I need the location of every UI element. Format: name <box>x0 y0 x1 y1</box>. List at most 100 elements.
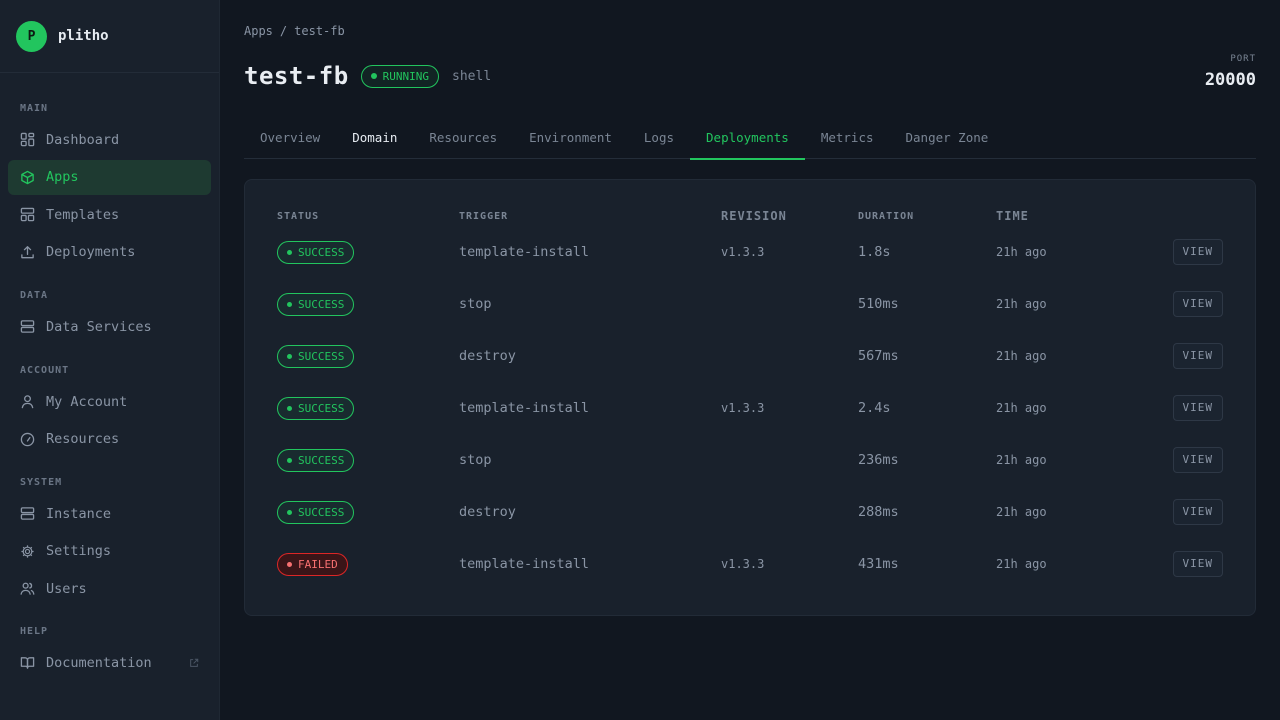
table-row: SUCCESS stop 510ms 21h ago VIEW <box>245 278 1255 330</box>
status-label: FAILED <box>298 557 338 571</box>
sidebar-item-label: Data Services <box>46 318 152 335</box>
revision-cell: v1.3.3 <box>721 245 765 259</box>
duration-cell: 1.8s <box>858 244 891 260</box>
brand-name: plitho <box>58 28 109 44</box>
duration-cell: 431ms <box>858 556 899 572</box>
tab-logs[interactable]: Logs <box>628 122 690 159</box>
sidebar-item-users[interactable]: Users <box>8 571 211 606</box>
status-label: SUCCESS <box>298 245 345 259</box>
view-button[interactable]: VIEW <box>1172 291 1223 317</box>
main-content: Apps / test-fb test-fb RUNNING shell PORT … <box>220 0 1280 720</box>
port-value: 20000 <box>1204 70 1256 90</box>
sidebar-item-dashboard[interactable]: Dashboard <box>8 122 211 157</box>
trigger-cell: template-install <box>459 556 590 572</box>
status-dot-icon <box>287 301 292 307</box>
status-badge: SUCCESS <box>277 448 355 472</box>
status-badge: SUCCESS <box>277 240 355 264</box>
tab-domain[interactable]: Domain <box>336 122 413 159</box>
duration-cell: 567ms <box>858 348 899 364</box>
header-actions <box>1094 206 1255 226</box>
database-icon <box>20 319 36 335</box>
sidebar-item-my-account[interactable]: My Account <box>8 384 211 419</box>
sidebar-item-settings[interactable]: Settings <box>8 534 211 569</box>
nav-section-data: DATA Data Services <box>0 287 219 347</box>
nav-section-help: HELP Documentation <box>0 623 219 683</box>
nav-heading: MAIN <box>20 103 49 114</box>
time-cell: 21h ago <box>996 453 1047 467</box>
sidebar: P plitho MAIN Dashboard Apps Templates Deplo… <box>0 0 220 720</box>
status-label: SUCCESS <box>298 297 345 311</box>
view-button[interactable]: VIEW <box>1172 395 1223 421</box>
view-button[interactable]: VIEW <box>1172 551 1223 577</box>
tab-danger-zone[interactable]: Danger Zone <box>890 122 1005 159</box>
tab-deployments[interactable]: Deployments <box>690 122 805 160</box>
header-time: TIME <box>996 209 1029 223</box>
status-badge: SUCCESS <box>277 396 355 420</box>
sidebar-item-apps[interactable]: Apps <box>8 159 211 195</box>
revision-cell: v1.3.3 <box>721 557 765 571</box>
sidebar-item-data-services[interactable]: Data Services <box>8 309 211 344</box>
app-tabs: Overview Domain Resources Environment Logs De… <box>244 122 1256 160</box>
page-title: test-fb <box>244 62 349 90</box>
sidebar-item-label: Deployments <box>46 244 136 260</box>
breadcrumb-separator: / <box>279 24 288 38</box>
title-row: test-fb RUNNING shell <box>244 62 491 90</box>
tab-overview[interactable]: Overview <box>244 122 336 159</box>
server-icon <box>20 506 36 522</box>
header-status: STATUS <box>277 210 320 222</box>
view-button[interactable]: VIEW <box>1172 447 1223 473</box>
table-row: SUCCESS template-install v1.3.3 1.8s 21h… <box>245 226 1255 278</box>
status-dot-icon <box>287 457 292 463</box>
brand[interactable]: P plitho <box>0 0 219 73</box>
time-cell: 21h ago <box>996 401 1047 415</box>
view-button[interactable]: VIEW <box>1172 239 1223 265</box>
table-row: SUCCESS template-install v1.3.3 2.4s 21h… <box>245 382 1255 434</box>
tab-environment[interactable]: Environment <box>513 122 628 159</box>
sidebar-item-documentation[interactable]: Documentation <box>8 645 211 680</box>
sidebar-item-label: Settings <box>46 543 112 559</box>
time-cell: 21h ago <box>996 349 1047 363</box>
view-button[interactable]: VIEW <box>1172 343 1223 369</box>
sidebar-item-templates[interactable]: Templates <box>8 197 211 232</box>
app-status-badge: RUNNING <box>360 64 440 88</box>
tab-metrics[interactable]: Metrics <box>805 122 890 159</box>
sidebar-item-deployments[interactable]: Deployments <box>8 235 211 270</box>
trigger-cell: destroy <box>459 504 516 520</box>
nav-section-main: MAIN Dashboard Apps Templates Deployments <box>0 100 219 272</box>
breadcrumb-root[interactable]: Apps <box>244 24 273 38</box>
breadcrumb-current: test-fb <box>294 24 345 38</box>
table-row: FAILED template-install v1.3.3 431ms 21h… <box>245 538 1255 590</box>
dashboard-icon <box>20 132 36 148</box>
trigger-cell: destroy <box>459 348 516 364</box>
sidebar-item-label: Templates <box>46 206 120 223</box>
tab-resources[interactable]: Resources <box>413 122 513 159</box>
revision-cell <box>721 330 858 382</box>
time-cell: 21h ago <box>996 297 1047 311</box>
status-badge: SUCCESS <box>277 292 355 316</box>
port-info: PORT 20000 <box>1205 54 1256 90</box>
nav-section-system: SYSTEM Instance Settings Users <box>0 474 219 609</box>
sidebar-item-label: Instance <box>46 505 112 522</box>
sidebar-item-label: Apps <box>46 169 79 185</box>
port-label: PORT <box>1230 54 1256 64</box>
table-row: SUCCESS destroy 567ms 21h ago VIEW <box>245 330 1255 382</box>
duration-cell: 510ms <box>858 296 899 312</box>
status-dot-icon <box>287 353 292 359</box>
header-revision: REVISION <box>721 209 787 223</box>
external-link-icon <box>189 656 199 672</box>
trigger-cell: stop <box>459 296 492 312</box>
sidebar-item-resources[interactable]: Resources <box>8 422 211 457</box>
status-label: SUCCESS <box>298 453 345 467</box>
table-header-row: STATUS TRIGGER REVISION DURATION TIME <box>245 206 1255 226</box>
nav-heading: ACCOUNT <box>20 365 70 376</box>
revision-cell: v1.3.3 <box>721 401 765 415</box>
template-icon <box>20 207 36 223</box>
deployments-table: STATUS TRIGGER REVISION DURATION TIME SU… <box>245 206 1255 590</box>
nav-heading: HELP <box>20 626 49 637</box>
sidebar-item-instance[interactable]: Instance <box>8 496 211 531</box>
trigger-cell: stop <box>459 452 492 468</box>
view-button[interactable]: VIEW <box>1172 499 1223 525</box>
status-badge: SUCCESS <box>277 344 355 368</box>
trigger-cell: template-install <box>459 400 590 416</box>
status-dot-icon <box>287 509 292 515</box>
